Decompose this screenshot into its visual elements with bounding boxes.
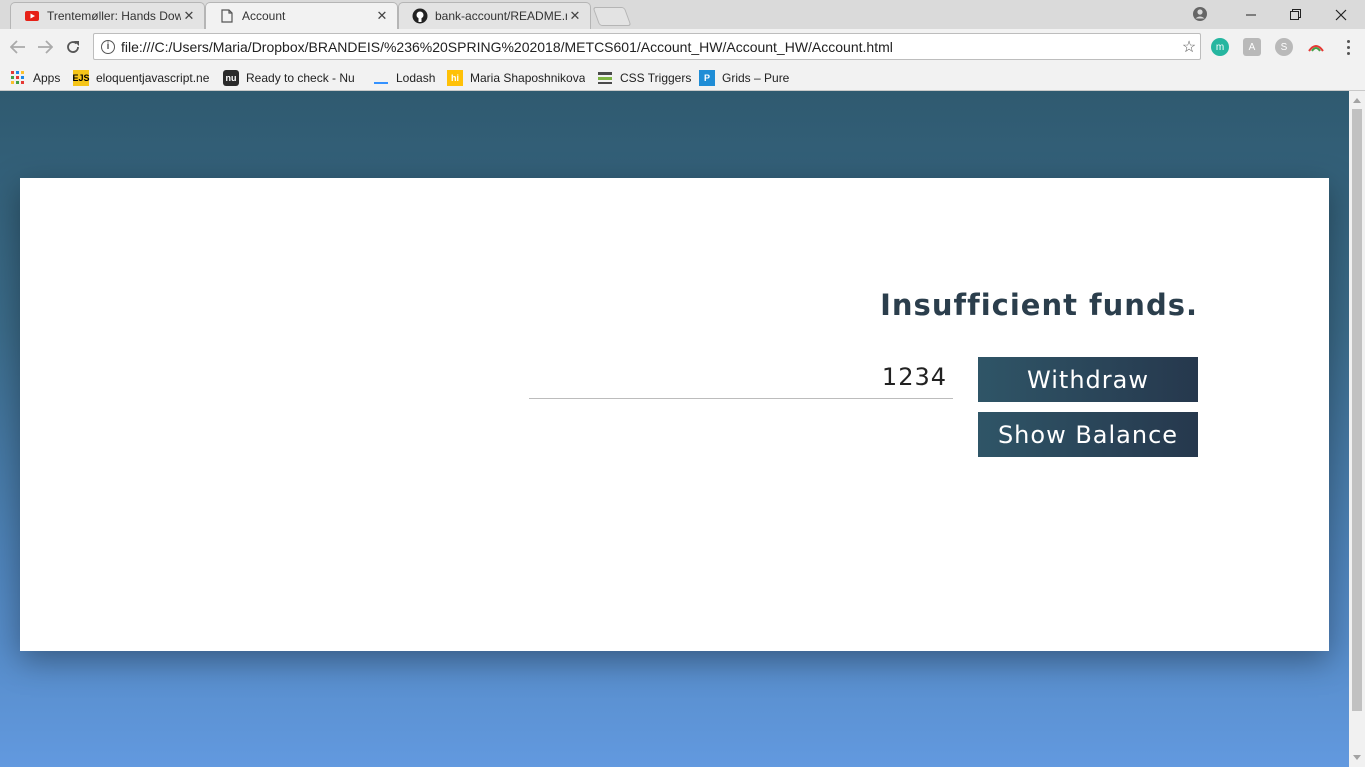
- bookmark-star-icon[interactable]: ☆: [1178, 37, 1200, 57]
- reload-icon[interactable]: [63, 37, 83, 57]
- pure-icon: P: [699, 70, 715, 86]
- address-bar[interactable]: i file:///C:/Users/Maria/Dropbox/BRANDEI…: [93, 33, 1201, 60]
- bookmark-apps[interactable]: Apps: [10, 68, 60, 88]
- m-extension-icon[interactable]: m: [1211, 38, 1229, 56]
- bookmark-label: eloquentjavascript.ne: [96, 71, 210, 85]
- account-card: Insufficient funds. Withdraw Show Balanc…: [20, 178, 1329, 651]
- tab-title: bank-account/README.m: [435, 8, 567, 23]
- css-triggers-icon: [597, 70, 613, 86]
- translate-extension-icon[interactable]: A: [1243, 38, 1261, 56]
- bookmark-label: Apps: [33, 71, 61, 85]
- bookmark-maria[interactable]: hi Maria Shaposhnikova: [447, 68, 585, 88]
- tab-github[interactable]: bank-account/README.m ✕: [398, 2, 591, 29]
- bookmarks-bar: Apps EJS eloquentjavascript.ne nu Ready …: [0, 65, 1365, 91]
- browser-menu-icon[interactable]: [1342, 37, 1354, 57]
- youtube-icon: [24, 8, 40, 24]
- restore-window-icon[interactable]: [1272, 0, 1318, 29]
- bookmark-ready-to-check[interactable]: nu Ready to check - Nu I: [223, 68, 358, 88]
- page-background: Insufficient funds. Withdraw Show Balanc…: [0, 91, 1349, 767]
- tab-title: Account: [242, 8, 286, 23]
- skype-extension-icon[interactable]: S: [1275, 38, 1293, 56]
- bookmark-label: Grids – Pure: [722, 71, 790, 85]
- hi-icon: hi: [447, 70, 463, 86]
- page-icon: [219, 8, 235, 24]
- status-message: Insufficient funds.: [880, 288, 1198, 322]
- browser-toolbar: i file:///C:/Users/Maria/Dropbox/BRANDEI…: [0, 29, 1365, 65]
- back-arrow-icon[interactable]: [8, 37, 28, 57]
- bookmark-lodash[interactable]: Lodash: [373, 68, 435, 88]
- withdraw-button[interactable]: Withdraw: [978, 357, 1198, 402]
- bookmark-eloquentjavascript[interactable]: EJS eloquentjavascript.ne: [73, 68, 210, 88]
- scrollbar-thumb[interactable]: [1352, 109, 1362, 711]
- page-scrollbar[interactable]: [1349, 91, 1365, 767]
- amount-input[interactable]: [529, 356, 953, 399]
- color-extension-icon[interactable]: [1307, 38, 1325, 56]
- tab-account[interactable]: Account ✕: [205, 2, 398, 29]
- tab-youtube[interactable]: Trentemøller: Hands Dow ✕: [10, 2, 205, 29]
- site-info-icon[interactable]: i: [101, 39, 115, 54]
- tab-close-icon[interactable]: ✕: [181, 8, 197, 24]
- ejs-icon: EJS: [73, 70, 90, 86]
- scroll-down-icon[interactable]: [1353, 755, 1361, 760]
- bookmark-label: Ready to check - Nu I: [246, 71, 358, 85]
- close-window-icon[interactable]: [1318, 0, 1364, 29]
- bookmark-label: Lodash: [396, 71, 436, 85]
- nu-icon: nu: [223, 70, 239, 86]
- github-icon: [412, 8, 428, 24]
- browser-tab-strip: Trentemøller: Hands Dow ✕ Account ✕ bank…: [0, 0, 1365, 29]
- bookmark-css-triggers[interactable]: CSS Triggers: [597, 68, 691, 88]
- bookmark-label: CSS Triggers: [620, 71, 692, 85]
- bookmark-label: Maria Shaposhnikova: [470, 71, 585, 85]
- tab-title: Trentemøller: Hands Dow: [47, 8, 181, 23]
- new-tab-button[interactable]: [592, 7, 632, 26]
- minimize-window-icon[interactable]: [1228, 0, 1274, 29]
- tab-close-icon[interactable]: ✕: [374, 8, 390, 24]
- forward-arrow-icon[interactable]: [35, 37, 55, 57]
- bookmark-grids-pure[interactable]: P Grids – Pure: [699, 68, 789, 88]
- apps-grid-icon: [10, 70, 26, 86]
- lodash-icon: [373, 70, 389, 86]
- profile-icon[interactable]: [1192, 6, 1208, 22]
- tab-close-icon[interactable]: ✕: [567, 8, 583, 24]
- scroll-up-icon[interactable]: [1353, 98, 1361, 103]
- address-url[interactable]: file:///C:/Users/Maria/Dropbox/BRANDEIS/…: [121, 39, 1178, 55]
- show-balance-button[interactable]: Show Balance: [978, 412, 1198, 457]
